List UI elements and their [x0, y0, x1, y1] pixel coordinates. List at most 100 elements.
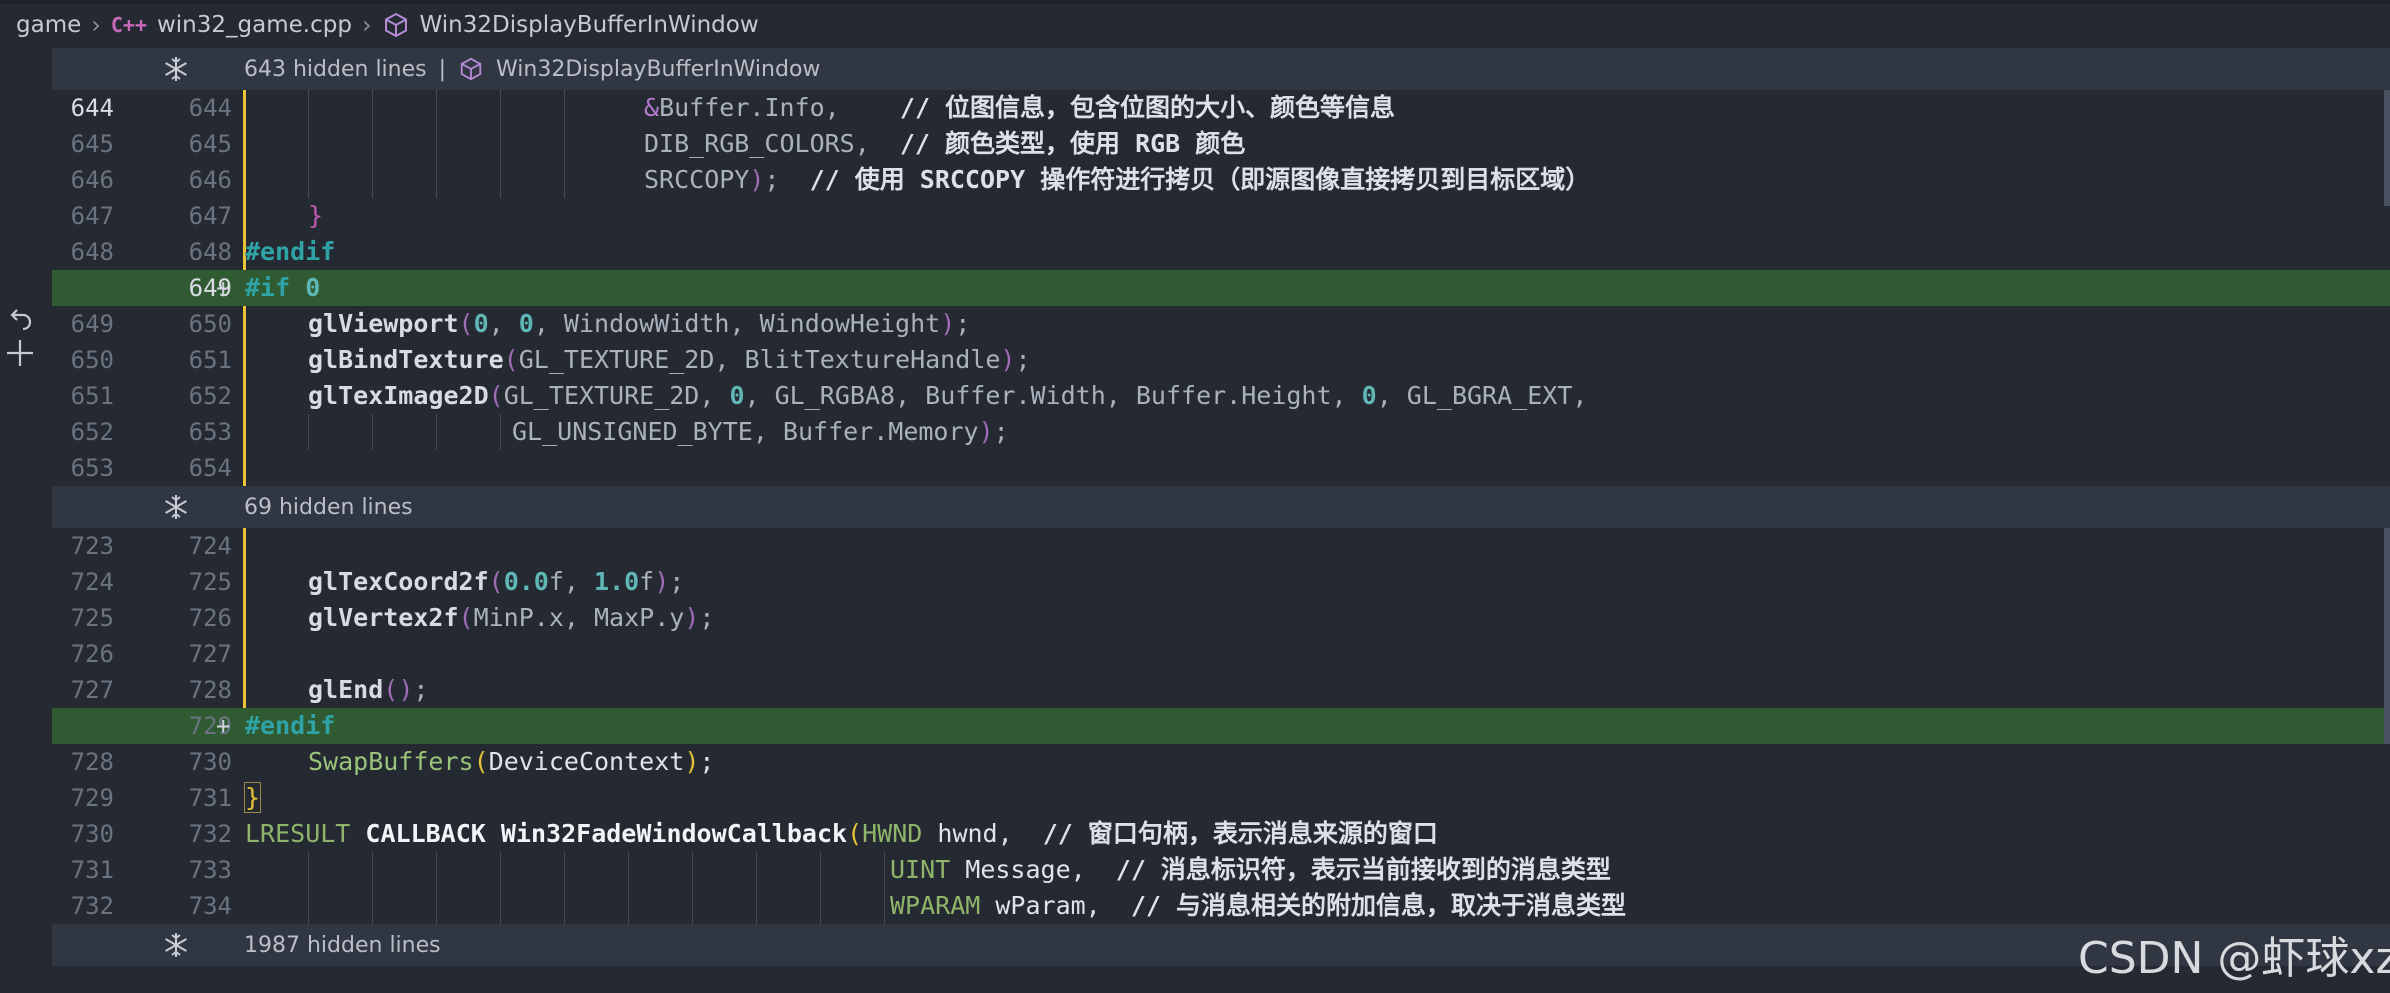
new-line-number: 732 [188, 820, 232, 848]
unfold-icon[interactable] [162, 493, 190, 521]
new-line-number: 726 [188, 604, 232, 632]
hidden-lines-count: 1987 hidden lines [244, 932, 441, 958]
modified-marker [243, 378, 246, 414]
code-line[interactable]: 651 652 glTexImage2D(GL_TEXTURE_2D, 0, G… [52, 378, 2390, 414]
code-line[interactable]: 649 650 glViewport(0, 0, WindowWidth, Wi… [52, 306, 2390, 342]
diff-editor[interactable]: 643 hidden lines | Win32DisplayBufferInW… [52, 48, 2390, 993]
hidden-lines-bar[interactable]: 643 hidden lines | Win32DisplayBufferInW… [52, 48, 2390, 90]
code-line[interactable]: 648 648 #endif [52, 234, 2390, 270]
breadcrumb: game › C++ win32_game.cpp › Win32Display… [0, 5, 2390, 45]
breadcrumb-item-folder[interactable]: game [16, 12, 81, 38]
fold-context-symbol: Win32DisplayBufferInWindow [496, 56, 821, 82]
new-line-number: 730 [188, 748, 232, 776]
code-line[interactable]: 725 726 glVertex2f(MinP.x, MaxP.y); [52, 600, 2390, 636]
modified-marker [243, 198, 246, 234]
modified-marker [243, 126, 246, 162]
modified-marker [243, 672, 246, 708]
new-line-number: 647 [188, 202, 232, 230]
modified-marker [243, 450, 246, 486]
hidden-lines-count: 643 hidden lines [244, 56, 427, 82]
code-text: &Buffer.Info, // 位图信息，包含位图的大小、颜色等信息 [644, 93, 1396, 122]
fold-separator: | [438, 56, 447, 82]
old-line-number: 728 [70, 748, 114, 776]
added-line-plus-icon: + [216, 274, 231, 302]
code-text: DIB_RGB_COLORS, // 颜色类型，使用 RGB 颜色 [644, 129, 1246, 158]
code-line[interactable]: 728 730 SwapBuffers(DeviceContext); [52, 744, 2390, 780]
modified-marker [243, 600, 246, 636]
new-line-number: 654 [188, 454, 232, 482]
chevron-right-icon: › [91, 11, 101, 39]
code-line[interactable]: 653 654 [52, 450, 2390, 486]
code-line[interactable]: 726 727 [52, 636, 2390, 672]
code-line[interactable]: 723 724 [52, 528, 2390, 564]
code-line[interactable]: 730 732 LRESULT CALLBACK Win32FadeWindow… [52, 816, 2390, 852]
old-line-number: 732 [70, 892, 114, 920]
modified-marker [243, 306, 246, 342]
code-text: glTexCoord2f(0.0f, 1.0f); [308, 567, 685, 596]
revert-change-icon[interactable] [5, 304, 39, 336]
code-line[interactable]: 652 653 GL_UNSIGNED_BYTE, Buffer.Memory)… [52, 414, 2390, 450]
old-line-number: 723 [70, 532, 114, 560]
old-line-number: 653 [70, 454, 114, 482]
stage-change-icon[interactable] [3, 336, 37, 368]
code-line[interactable]: 727 728 glEnd(); [52, 672, 2390, 708]
added-line-plus-icon: + [216, 712, 231, 740]
new-line-number: 733 [188, 856, 232, 884]
old-line-number: 650 [70, 346, 114, 374]
modified-marker [243, 528, 246, 564]
old-line-number: 648 [70, 238, 114, 266]
old-line-number: 727 [70, 676, 114, 704]
old-line-number: 644 [70, 94, 114, 122]
old-line-number: 646 [70, 166, 114, 194]
hidden-lines-bar[interactable]: 69 hidden lines [52, 486, 2390, 528]
new-line-number: 651 [188, 346, 232, 374]
code-line[interactable]: 731 733 UINT Message, // 消息标识符，表示当前接收到的消… [52, 852, 2390, 888]
code-text: #endif [245, 711, 336, 740]
code-text: GL_UNSIGNED_BYTE, Buffer.Memory); [512, 417, 1009, 446]
scrollbar-thumb[interactable] [2384, 528, 2390, 744]
new-line-number: 644 [188, 94, 232, 122]
code-line[interactable]: 647 647 } [52, 198, 2390, 234]
unfold-icon[interactable] [162, 55, 190, 83]
watermark: CSDN @虾球xz [2078, 933, 2390, 984]
code-line[interactable]: 724 725 glTexCoord2f(0.0f, 1.0f); [52, 564, 2390, 600]
code-text: } [243, 782, 262, 813]
hidden-lines-bar[interactable]: 1987 hidden lines [52, 924, 2390, 966]
old-line-number: 725 [70, 604, 114, 632]
old-line-number: 731 [70, 856, 114, 884]
code-text: glTexImage2D(GL_TEXTURE_2D, 0, GL_RGBA8,… [308, 381, 1588, 410]
code-text: SRCCOPY); // 使用 SRCCOPY 操作符进行拷贝（即源图像直接拷贝… [644, 165, 1591, 194]
new-line-number: 652 [188, 382, 232, 410]
top-strip [0, 0, 2390, 4]
new-line-number: 731 [188, 784, 232, 812]
code-text: LRESULT CALLBACK Win32FadeWindowCallback… [245, 819, 1438, 848]
code-line[interactable]: 729 731 } [52, 780, 2390, 816]
code-line[interactable]: 650 651 glBindTexture(GL_TEXTURE_2D, Bli… [52, 342, 2390, 378]
modified-marker [243, 90, 246, 126]
new-line-number: 724 [188, 532, 232, 560]
old-line-number: 729 [70, 784, 114, 812]
code-line[interactable]: 645 645 DIB_RGB_COLORS, // 颜色类型，使用 RGB 颜… [52, 126, 2390, 162]
code-text: glEnd(); [308, 675, 429, 704]
code-text: glVertex2f(MinP.x, MaxP.y); [308, 603, 715, 632]
modified-marker [243, 162, 246, 198]
old-line-number: 726 [70, 640, 114, 668]
code-line[interactable]: 646 646 SRCCOPY); // 使用 SRCCOPY 操作符进行拷贝（… [52, 162, 2390, 198]
breadcrumb-item-symbol[interactable]: Win32DisplayBufferInWindow [420, 12, 759, 38]
code-text: SwapBuffers(DeviceContext); [308, 747, 715, 776]
modified-marker [243, 564, 246, 600]
scrollbar-thumb[interactable] [2384, 90, 2390, 206]
new-line-number: 650 [188, 310, 232, 338]
code-line-added[interactable]: 649 + #if 0 [52, 270, 2390, 306]
new-line-number: 727 [188, 640, 232, 668]
new-line-number: 734 [188, 892, 232, 920]
new-line-number: 728 [188, 676, 232, 704]
new-line-number: 648 [188, 238, 232, 266]
code-line[interactable]: 644 644 &Buffer.Info, // 位图信息，包含位图的大小、颜色… [52, 90, 2390, 126]
code-line[interactable]: 732 734 WPARAM wParam, // 与消息相关的附加信息，取决于… [52, 888, 2390, 924]
old-line-number: 724 [70, 568, 114, 596]
cpp-file-icon: C++ [110, 13, 147, 37]
unfold-icon[interactable] [162, 931, 190, 959]
breadcrumb-item-file[interactable]: win32_game.cpp [157, 12, 352, 38]
code-line-added[interactable]: 729 + #endif [52, 708, 2390, 744]
